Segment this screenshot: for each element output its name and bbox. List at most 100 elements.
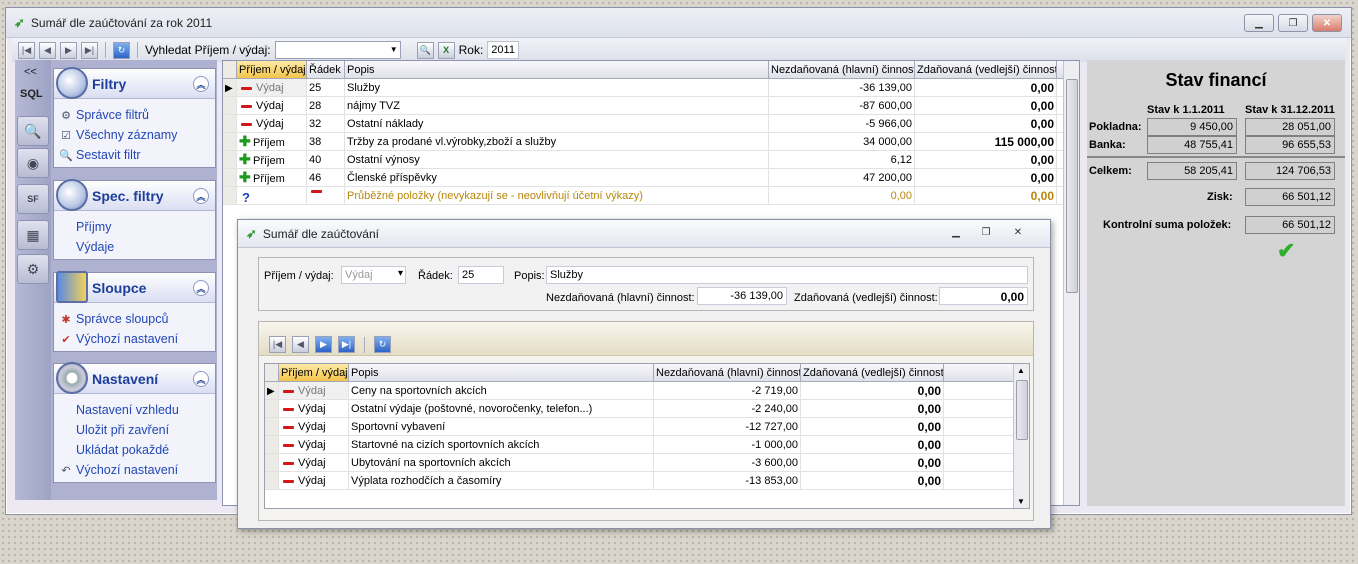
table-row[interactable]: ✚ Příjem 46 Členské příspěvky 47 200,00 0,00	[223, 169, 1079, 187]
sub-header-type[interactable]: Příjem / výdaj	[279, 364, 349, 381]
collapse-button[interactable]: <<	[24, 66, 37, 78]
rail-spec-filters-button[interactable]: ◉	[17, 148, 49, 178]
table-row[interactable]: Výdaj Sportovní vybavení -12 727,00 0,00	[265, 418, 1029, 436]
collapse-up-icon[interactable]: ︽	[193, 280, 209, 296]
sub-header-desc[interactable]: Popis	[349, 364, 654, 381]
columns-header[interactable]: Sloupce ︽	[54, 271, 215, 303]
sub-next-button[interactable]: ▶	[315, 336, 332, 353]
collapse-up-icon[interactable]: ︽	[193, 371, 209, 387]
rail-filters-button[interactable]: 🔍	[17, 116, 49, 146]
refresh-button[interactable]: ↻	[113, 41, 130, 59]
appearance-link[interactable]: Nastavení vzhledu	[54, 400, 215, 420]
settings-default-label: Výchozí nastavení	[76, 463, 179, 477]
table-row[interactable]: Výdaj Startovné na cizích sportovních akc…	[265, 436, 1029, 454]
rail-columns-button[interactable]: ▦	[17, 220, 49, 250]
table-row[interactable]: ✚ Příjem 40 Ostatní výnosy 6,12 0,00	[223, 151, 1079, 169]
excel-export-button[interactable]: X	[437, 41, 455, 59]
header-main[interactable]: Nezdaňovaná (hlavní) činnost	[769, 61, 915, 78]
next-icon: ▶	[65, 44, 72, 55]
sql-button[interactable]: SQL	[20, 88, 43, 100]
table-row[interactable]: Výdaj 28 nájmy TVZ -87 600,00 0,00	[223, 97, 1079, 115]
save-always-link[interactable]: Ukládat pokaždé	[54, 440, 215, 460]
column-manager-link[interactable]: ✱ Správce sloupců	[54, 309, 215, 329]
cell-type-label: Výdaj	[298, 439, 326, 451]
dialog-minimize-button[interactable]: ▁	[942, 223, 970, 241]
table-row[interactable]: Výdaj 32 Ostatní náklady -5 966,00 0,00	[223, 115, 1079, 133]
cell-main: -5 966,00	[769, 115, 915, 132]
filter-manager-link[interactable]: ⚙ Správce filtrů	[54, 105, 215, 125]
table-row[interactable]: ▶ Výdaj 25 Služby -36 139,00 0,00	[223, 79, 1079, 97]
grid-scrollbar[interactable]	[1063, 61, 1079, 505]
sub-last-button[interactable]: ▶|	[338, 336, 355, 353]
search-button[interactable]: 🔍	[416, 41, 434, 59]
sub-refresh-button[interactable]: ↻	[374, 336, 391, 353]
rail-sf-button[interactable]: SF	[17, 184, 49, 214]
scrollbar-thumb[interactable]	[1016, 380, 1028, 440]
filters-header[interactable]: Filtry ︽	[54, 67, 215, 99]
all-records-link[interactable]: ☑ Všechny záznamy	[54, 125, 215, 145]
cell-desc: Členské příspěvky	[345, 169, 769, 186]
sub-header-side[interactable]: Zdaňovaná (vedlejší) činnost	[801, 364, 944, 381]
row-input[interactable]: 25	[458, 266, 504, 284]
collapse-up-icon[interactable]: ︽	[193, 188, 209, 204]
build-filter-link[interactable]: 🔍 Sestavit filtr	[54, 145, 215, 165]
dialog-maximize-button[interactable]: ❐	[972, 223, 1000, 241]
sf-magnifier-icon	[56, 179, 88, 211]
columns-default-link[interactable]: ✔ Výchozí nastavení	[54, 329, 215, 349]
next-icon: ▶	[320, 339, 327, 349]
cell-type-label: Příjem	[253, 137, 285, 149]
row-indicator	[223, 133, 237, 150]
settings-header[interactable]: Nastavení ︽	[54, 362, 215, 394]
table-row[interactable]: ✚ Příjem 38 Tržby za prodané vl.výrobky,zbo…	[223, 133, 1079, 151]
desc-input[interactable]: Služby	[546, 266, 1028, 284]
table-row[interactable]: ▶ Výdaj Ceny na sportovních akcích -2 719,0…	[265, 382, 1029, 400]
main-input[interactable]: -36 139,00	[697, 287, 787, 305]
type-label: Příjem / výdaj:	[264, 270, 334, 282]
table-row[interactable]: Výdaj Výplata rozhodčích a časomíry -13 85…	[265, 472, 1029, 490]
expenses-link[interactable]: Výdaje	[72, 237, 215, 257]
prev-record-button[interactable]: ◀	[39, 41, 56, 59]
header-side[interactable]: Zdaňovaná (vedlejší) činnost	[915, 61, 1057, 78]
year-input[interactable]: 2011	[487, 41, 520, 59]
scroll-down-icon[interactable]: ▼	[1017, 497, 1025, 506]
row-indicator: ▶	[223, 79, 237, 96]
collapse-up-icon[interactable]: ︽	[193, 76, 209, 92]
income-link[interactable]: Příjmy	[72, 217, 215, 237]
minimize-button[interactable]: ▁	[1244, 14, 1274, 32]
dialog-close-button[interactable]: ✕	[1004, 223, 1032, 241]
scroll-up-icon[interactable]: ▲	[1017, 366, 1025, 375]
subgrid-scrollbar[interactable]: ▲ ▼	[1013, 364, 1029, 508]
row-indicator	[265, 454, 279, 471]
sub-first-button[interactable]: |◀	[269, 336, 286, 353]
sub-header-main[interactable]: Nezdaňovaná (hlavní) činnost	[654, 364, 801, 381]
toolbar: |◀ ◀ ▶ ▶| ↻ Vyhledat Příjem / výdaj: ▼ 🔍…	[12, 38, 1346, 62]
table-row[interactable]: ? Průběžné položky (nevykazují se - neovl…	[223, 187, 1079, 205]
type-select[interactable]: Výdaj ▾	[341, 266, 406, 284]
last-record-button[interactable]: ▶|	[81, 41, 98, 59]
next-record-button[interactable]: ▶	[60, 41, 77, 59]
cell-type: ✚ Příjem	[237, 151, 307, 168]
cell-side: 0,00	[801, 472, 944, 489]
scrollbar-thumb[interactable]	[1066, 79, 1078, 293]
close-button[interactable]: ✕	[1312, 14, 1342, 32]
first-record-button[interactable]: |◀	[18, 41, 35, 59]
table-row[interactable]: Výdaj Ubytování na sportovních akcích -3 6…	[265, 454, 1029, 472]
dialog-title: Sumář dle zaúčtování	[262, 226, 379, 241]
header-type[interactable]: Příjem / výdaj	[237, 61, 307, 78]
columns-default-label: Výchozí nastavení	[76, 332, 179, 346]
cell-type-label: Výdaj	[256, 118, 284, 130]
rail-settings-button[interactable]: ⚙	[17, 254, 49, 284]
maximize-button[interactable]: ❐	[1278, 14, 1308, 32]
table-row[interactable]: Výdaj Ostatní výdaje (poštovné, novoročen…	[265, 400, 1029, 418]
settings-default-link[interactable]: ↶ Výchozí nastavení	[54, 460, 215, 480]
subgrid-frame: |◀ ◀ ▶ ▶| ↻ Příjem / výdaj Popis Nezdaňo…	[258, 321, 1034, 521]
save-on-close-link[interactable]: Uložit při zavření	[54, 420, 215, 440]
header-desc[interactable]: Popis	[345, 61, 769, 78]
cell-main: 47 200,00	[769, 169, 915, 186]
side-input[interactable]: 0,00	[939, 287, 1028, 305]
header-row[interactable]: Řádek	[307, 61, 345, 78]
search-label: Vyhledat Příjem / výdaj:	[145, 43, 271, 57]
sub-prev-button[interactable]: ◀	[292, 336, 309, 353]
search-combo[interactable]: ▼	[274, 41, 401, 59]
spec-filters-header[interactable]: Spec. filtry ︽	[54, 179, 215, 211]
